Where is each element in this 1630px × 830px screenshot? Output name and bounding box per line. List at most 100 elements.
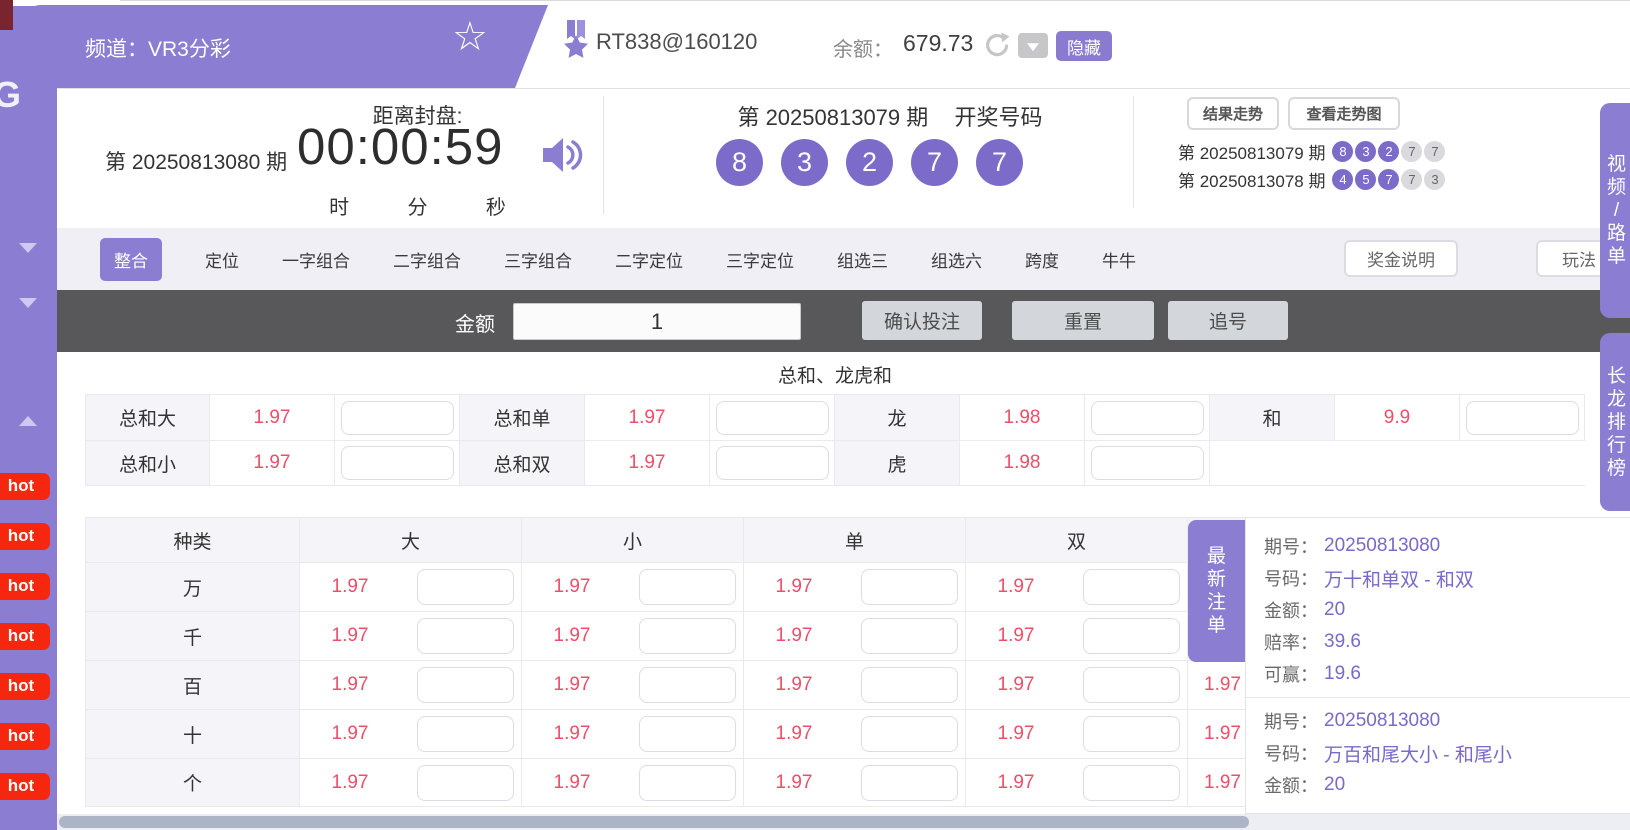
odds-value: 1.97	[744, 674, 844, 696]
tab-三字组合[interactable]: 三字组合	[504, 247, 572, 272]
reset-button[interactable]: 重置	[1012, 301, 1154, 340]
bet-input-万-单[interactable]	[861, 569, 958, 605]
speaker-icon[interactable]	[541, 134, 587, 176]
star-icon[interactable]: ☆	[452, 14, 488, 60]
result-trend-button[interactable]: 结果走势	[1187, 97, 1279, 130]
current-issue: 第 20250813080 期	[105, 146, 287, 176]
bet-input-个-单[interactable]	[861, 765, 958, 801]
dragon-rank-tab[interactable]: 长龙排行榜	[1600, 333, 1630, 511]
scrollbar-thumb[interactable]	[59, 816, 1249, 828]
bet-input-总和大[interactable]	[341, 401, 454, 435]
video-road-tab[interactable]: 视频/路单	[1600, 103, 1630, 318]
hot-badge[interactable]: hot	[0, 523, 50, 550]
bet-input-百-大[interactable]	[417, 667, 514, 703]
sum-label-总和单: 总和单	[460, 394, 585, 440]
hot-badge[interactable]: hot	[0, 773, 50, 800]
odds-value: 1.97	[744, 576, 844, 598]
bet-input-和[interactable]	[1466, 401, 1579, 435]
chase-number-button[interactable]: 追号	[1168, 301, 1288, 340]
bet-input-十-双[interactable]	[1083, 716, 1180, 752]
vertical-tab-char: 注	[1207, 591, 1226, 614]
tab-组选三[interactable]: 组选三	[837, 247, 888, 272]
bet-input-百-小[interactable]	[639, 667, 736, 703]
bet-input-个-双[interactable]	[1083, 765, 1180, 801]
bonus-info-button[interactable]: 奖金说明	[1344, 240, 1458, 277]
history-row: 第 20250813079 期83277	[1178, 137, 1445, 165]
odds-value: 1.98	[960, 394, 1085, 440]
tab-组选六[interactable]: 组选六	[931, 247, 982, 272]
bet-input-十-小[interactable]	[639, 716, 736, 752]
odds-value: 1.97	[1188, 772, 1241, 794]
bet-input-十-单[interactable]	[861, 716, 958, 752]
tab-定位[interactable]: 定位	[205, 247, 239, 272]
bet-input-总和小[interactable]	[341, 446, 454, 480]
bet-cell: 1.97	[966, 660, 1188, 709]
balance-dropdown-button[interactable]	[1018, 33, 1048, 58]
tab-一字组合[interactable]: 一字组合	[282, 247, 350, 272]
view-trend-chart-button[interactable]: 查看走势图	[1288, 97, 1400, 130]
chevron-down-icon[interactable]	[19, 298, 37, 308]
unit-hour: 时	[329, 191, 349, 220]
amount-input[interactable]	[513, 303, 801, 340]
chevron-down-icon[interactable]	[19, 243, 37, 253]
bet-input-总和双[interactable]	[716, 446, 829, 480]
hot-badge[interactable]: hot	[0, 673, 50, 700]
order: 期号：20250813080号码：万百和尾大小 - 和尾小金额：20	[1264, 705, 1630, 801]
confirm-bet-button[interactable]: 确认投注	[862, 301, 982, 340]
tab-二字定位[interactable]: 二字定位	[615, 247, 683, 272]
bet-input-个-小[interactable]	[639, 765, 736, 801]
order-field: 号码：万十和单双 - 和双	[1264, 562, 1630, 594]
row-label-个: 个	[85, 758, 300, 807]
bet-input-万-大[interactable]	[417, 569, 514, 605]
sum-input-cell	[1085, 394, 1210, 440]
bet-cell: 1.97	[522, 660, 744, 709]
odds-value: 1.97	[522, 674, 622, 696]
horizontal-scrollbar	[57, 814, 1630, 830]
bet-input-千-大[interactable]	[417, 618, 514, 654]
draw-issue: 第 20250813079 期	[737, 105, 928, 130]
tab-三字定位[interactable]: 三字定位	[726, 247, 794, 272]
hide-button[interactable]: 隐藏	[1056, 31, 1112, 61]
blank-cell	[1210, 440, 1335, 486]
balance-value: 679.73	[903, 30, 973, 57]
order-field: 可赢：19.6	[1264, 658, 1630, 690]
bet-input-千-双[interactable]	[1083, 618, 1180, 654]
sum-input-cell	[710, 394, 835, 440]
bet-input-万-小[interactable]	[639, 569, 736, 605]
history-balls: 45773	[1332, 169, 1445, 190]
bet-input-十-大[interactable]	[417, 716, 514, 752]
tab-跨度[interactable]: 跨度	[1025, 247, 1059, 272]
refresh-icon[interactable]	[982, 31, 1012, 61]
odds-value: 1.97	[585, 394, 710, 440]
play-tabs: 整合 定位 一字组合 二字组合 三字组合 二字定位 三字定位 组选三 组选六 跨度 牛牛	[100, 228, 1136, 290]
bet-cell: 1.97	[522, 709, 744, 758]
hot-badge[interactable]: hot	[0, 473, 50, 500]
bet-input-龙[interactable]	[1091, 401, 1204, 435]
hot-badge[interactable]: hot	[0, 573, 50, 600]
hot-badge[interactable]: hot	[0, 723, 50, 750]
bet-input-虎[interactable]	[1091, 446, 1204, 480]
bet-input-千-小[interactable]	[639, 618, 736, 654]
bet-input-个-大[interactable]	[417, 765, 514, 801]
bet-input-千-单[interactable]	[861, 618, 958, 654]
bet-input-万-双[interactable]	[1083, 569, 1180, 605]
bet-cell: 1.97	[744, 611, 966, 660]
bet-cell: 1.97	[744, 562, 966, 611]
tab-整合[interactable]: 整合	[100, 238, 162, 281]
order-field: 期号：20250813080	[1264, 705, 1630, 737]
order-field: 金额：20	[1264, 769, 1630, 801]
history-ball: 2	[1378, 141, 1399, 162]
tab-牛牛[interactable]: 牛牛	[1102, 247, 1136, 272]
bet-cell: 1.97	[966, 562, 1188, 611]
sum-table: 总和大1.97总和单1.97龙1.98和9.9总和小1.97总和双1.97虎1.…	[85, 394, 1585, 486]
tab-二字组合[interactable]: 二字组合	[393, 247, 461, 272]
bet-input-百-双[interactable]	[1083, 667, 1180, 703]
chevron-up-icon[interactable]	[19, 416, 37, 426]
latest-orders-tab[interactable]: 最新注单	[1188, 520, 1245, 662]
hot-badge[interactable]: hot	[0, 623, 50, 650]
bet-input-总和单[interactable]	[716, 401, 829, 435]
vertical-tab-char: 龙	[1607, 388, 1626, 411]
draw-ball: 7	[976, 139, 1023, 186]
bet-input-百-单[interactable]	[861, 667, 958, 703]
sum-label-总和双: 总和双	[460, 440, 585, 486]
